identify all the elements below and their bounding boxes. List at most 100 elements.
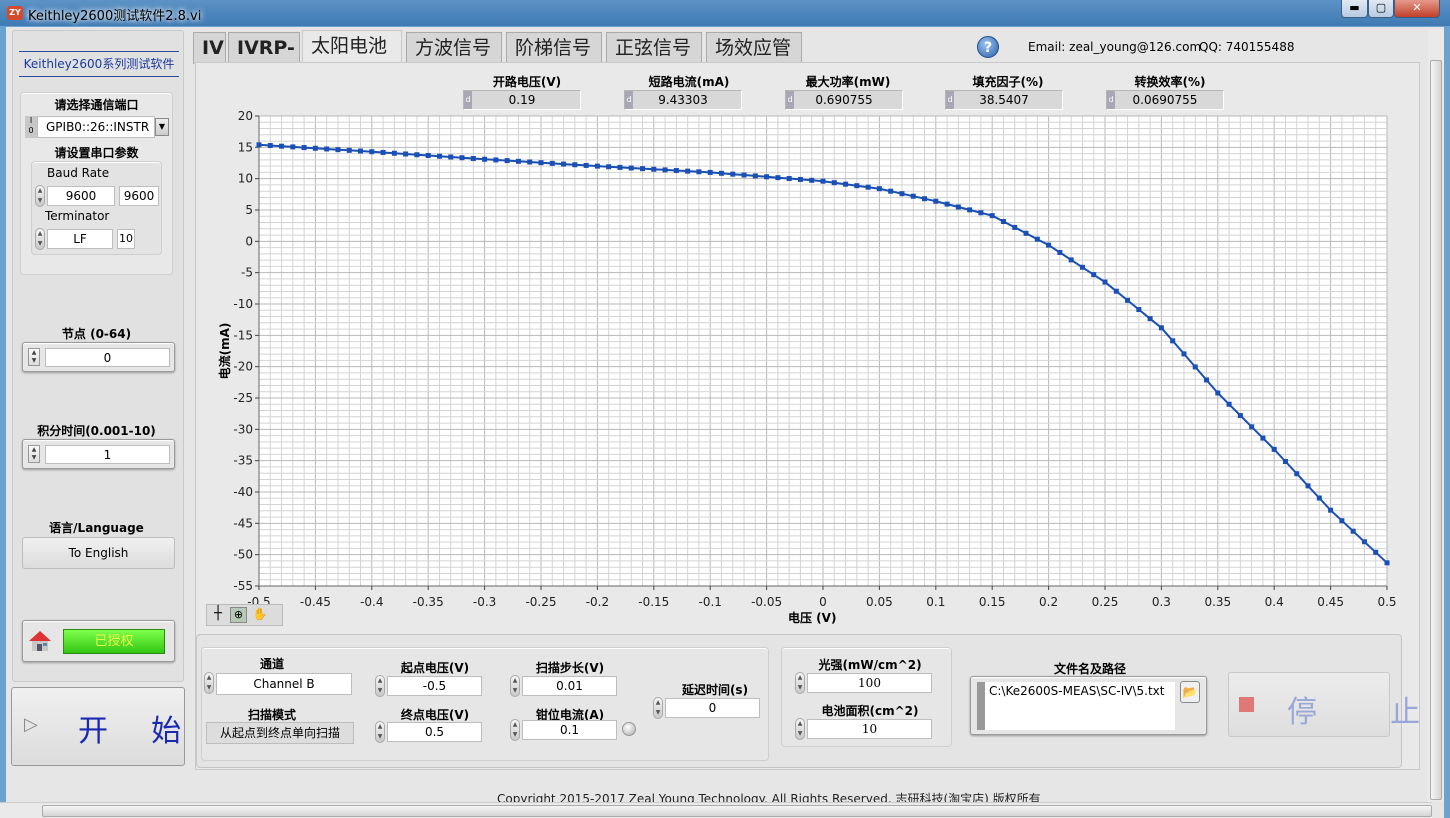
step-spinner[interactable]: ▲ ▼ <box>510 675 520 697</box>
app-subtitle: Keithley2600系列测试软件 <box>19 51 179 77</box>
data-point <box>606 164 612 170</box>
y-tick-label: -55 <box>233 579 253 593</box>
data-point <box>1113 288 1119 294</box>
x-axis-label: 电压 (V) <box>788 610 836 625</box>
efficiency-label: 转换效率(%) <box>1134 75 1206 89</box>
y-tick-label: -10 <box>233 297 253 311</box>
delay-input[interactable]: 0 <box>665 698 760 718</box>
help-icon[interactable]: ? <box>977 36 999 58</box>
path-icon <box>977 682 985 730</box>
data-point <box>358 148 364 154</box>
channel-spinner[interactable]: ▲ ▼ <box>204 672 214 694</box>
step-input[interactable]: 0.01 <box>522 676 617 696</box>
tab-square-wave[interactable]: 方波信号 <box>406 32 502 64</box>
maximize-button[interactable]: ▢ <box>1368 0 1394 18</box>
cell-area-input[interactable]: 10 <box>807 719 932 739</box>
y-tick-label: -20 <box>233 360 253 374</box>
port-dropdown-arrow-icon[interactable]: ▼ <box>155 118 169 136</box>
integration-time-input[interactable]: 1 <box>45 445 170 464</box>
scan-mode-select[interactable]: 从起点到终点单向扫描 <box>206 722 354 744</box>
port-select[interactable]: GPIB0::26::INSTR <box>37 116 155 138</box>
minimize-button[interactable]: ▬ <box>1341 0 1368 18</box>
data-point <box>312 145 318 151</box>
to-english-button[interactable]: To English <box>22 537 175 569</box>
y-tick-label: 20 <box>238 109 253 123</box>
vertical-scroll-thumb[interactable] <box>1430 60 1442 800</box>
tab-solar-cell[interactable]: 太阳电池 <box>302 30 402 66</box>
cursor-tool-icon[interactable]: ┼ <box>210 607 226 623</box>
close-button[interactable]: ✕ <box>1394 0 1440 18</box>
x-tick-label: 0.45 <box>1317 595 1344 609</box>
data-point <box>651 166 657 172</box>
data-point <box>1068 257 1074 263</box>
data-point <box>1339 518 1345 524</box>
data-point <box>301 145 307 151</box>
terminator-input[interactable]: LF <box>47 229 113 249</box>
data-point <box>324 146 330 152</box>
start-button-label: 开 始 <box>78 714 190 749</box>
data-point <box>1204 377 1210 383</box>
data-point <box>369 149 375 155</box>
data-point <box>1125 297 1131 303</box>
isc-label: 短路电流(mA) <box>648 75 730 89</box>
delay-spinner[interactable]: ▲ ▼ <box>653 697 663 719</box>
data-point <box>662 167 668 173</box>
browse-folder-icon[interactable]: 📂 <box>1180 681 1200 703</box>
data-point <box>1294 471 1300 477</box>
language-label: 语言/Language <box>49 521 144 535</box>
tab-iv[interactable]: IV <box>193 32 226 64</box>
file-path-input[interactable]: C:\Ke2600S-MEAS\SC-IV\5.txt <box>985 682 1175 730</box>
data-point <box>1079 264 1085 270</box>
stop-button[interactable]: 停 止 <box>1228 672 1420 737</box>
data-point <box>290 144 296 150</box>
home-icon[interactable] <box>28 630 52 652</box>
terminator-spinner[interactable]: ▲ ▼ <box>35 228 45 250</box>
scan-mode-label: 扫描模式 <box>247 708 296 722</box>
pan-tool-icon[interactable]: ✋ <box>252 607 268 623</box>
cell-area-spinner[interactable]: ▲ ▼ <box>795 718 805 740</box>
data-point <box>809 177 815 183</box>
terminator-label: Terminator <box>45 209 110 223</box>
data-point <box>718 170 724 176</box>
horizontal-scroll-thumb[interactable] <box>42 805 1432 817</box>
voc-label: 开路电压(V) <box>492 75 562 89</box>
data-point <box>459 155 465 161</box>
y-axis-label: 电流(mA) <box>217 323 232 380</box>
start-voltage-input[interactable]: -0.5 <box>387 676 482 696</box>
baud-input[interactable]: 9600 <box>47 186 115 206</box>
clamp-current-input[interactable]: 0.1 <box>522 720 617 740</box>
x-axis-ticks: -0.5 -0.45 -0.4 -0.35 -0.3 -0.25 -0.2 -0.15 -0.1… <box>247 586 1397 609</box>
terminator-display: 10 <box>117 229 135 249</box>
zoom-tool-icon[interactable]: ⊕ <box>230 607 247 623</box>
data-point <box>1316 495 1322 501</box>
tab-staircase[interactable]: 阶梯信号 <box>506 32 602 64</box>
node-spinner[interactable]: ▲ ▼ <box>28 348 40 366</box>
title-bar: ZY Keithley2600测试软件2.8.vi ▬ ▢ ✕ <box>0 0 1450 26</box>
light-intensity-input[interactable]: 100 <box>807 673 932 693</box>
horizontal-scrollbar[interactable] <box>0 802 1432 818</box>
y-tick-label: -30 <box>233 422 253 436</box>
end-voltage-spinner[interactable]: ▲ ▼ <box>375 721 385 743</box>
channel-select[interactable]: Channel B <box>216 673 352 695</box>
tab-sine[interactable]: 正弦信号 <box>606 32 702 64</box>
iv-curve-chart[interactable]: 20 15 10 5 0 -5 -10 -15 -20 -25 -30 -35 -40 -45 -50 -55… <box>205 95 1405 630</box>
clamp-current-spinner[interactable]: ▲ ▼ <box>510 719 520 741</box>
data-point <box>820 178 826 184</box>
tab-ivrp-t[interactable]: IVRP-t <box>228 32 300 89</box>
data-point <box>944 201 950 207</box>
integration-time-spinner[interactable]: ▲ ▼ <box>28 445 40 463</box>
data-point <box>493 157 499 163</box>
light-intensity-spinner[interactable]: ▲ ▼ <box>795 672 805 694</box>
vertical-scrollbar[interactable] <box>1428 30 1444 802</box>
data-point <box>414 152 420 158</box>
end-voltage-label: 终点电压(V) <box>400 708 470 722</box>
start-button[interactable]: ▷ 开 始 <box>11 687 185 766</box>
delay-label: 延迟时间(s) <box>681 683 749 697</box>
start-voltage-spinner[interactable]: ▲ ▼ <box>375 675 385 697</box>
data-point <box>741 172 747 178</box>
end-voltage-input[interactable]: 0.5 <box>387 722 482 742</box>
baud-spinner[interactable]: ▲ ▼ <box>35 185 45 207</box>
tab-fet[interactable]: 场效应管 <box>706 32 802 64</box>
data-point <box>933 198 939 204</box>
node-input[interactable]: 0 <box>45 348 170 367</box>
